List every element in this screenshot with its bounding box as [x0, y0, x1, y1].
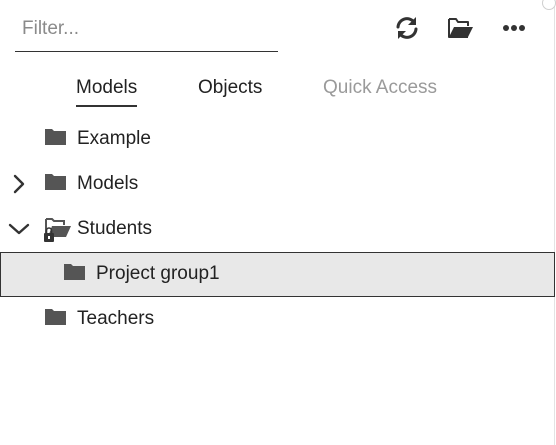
tab-quick-access[interactable]: Quick Access: [323, 77, 437, 99]
tree-item-models[interactable]: Models: [0, 162, 555, 207]
folder-icon: [44, 307, 70, 331]
open-folder-button[interactable]: [444, 12, 478, 44]
tab-bar: Models Objects Quick Access: [0, 70, 555, 110]
tree-item-label: Models: [77, 173, 139, 194]
filter-input[interactable]: [22, 14, 272, 44]
refresh-icon: [396, 17, 418, 39]
resize-handle[interactable]: [542, 0, 556, 10]
chevron-right-icon[interactable]: [8, 173, 30, 195]
tab-models[interactable]: Models: [76, 77, 138, 107]
more-horizontal-icon: [503, 25, 525, 31]
tree-item-label: Example: [77, 128, 151, 149]
refresh-button[interactable]: [390, 12, 424, 44]
folder-icon: [44, 127, 70, 151]
tree-item-label: Teachers: [77, 308, 155, 329]
filter-field: [15, 8, 278, 52]
folder-tree: Example Models Students Project group1 T…: [0, 117, 555, 342]
folder-icon: [63, 262, 89, 286]
tab-objects[interactable]: Objects: [198, 77, 262, 99]
more-options-button[interactable]: [497, 12, 531, 44]
tree-item-students[interactable]: Students: [0, 207, 555, 252]
folder-open-icon: [448, 18, 473, 38]
tree-item-teachers[interactable]: Teachers: [0, 297, 555, 342]
folder-open-locked-icon: [44, 217, 71, 242]
explorer-panel: Models Objects Quick Access Example Mode…: [0, 0, 556, 445]
tree-item-example[interactable]: Example: [0, 117, 555, 162]
tree-item-project-group1[interactable]: Project group1: [0, 252, 555, 297]
tree-item-label: Students: [77, 218, 152, 239]
folder-icon: [44, 172, 70, 196]
chevron-down-icon[interactable]: [8, 218, 30, 240]
tree-item-label: Project group1: [96, 263, 220, 284]
